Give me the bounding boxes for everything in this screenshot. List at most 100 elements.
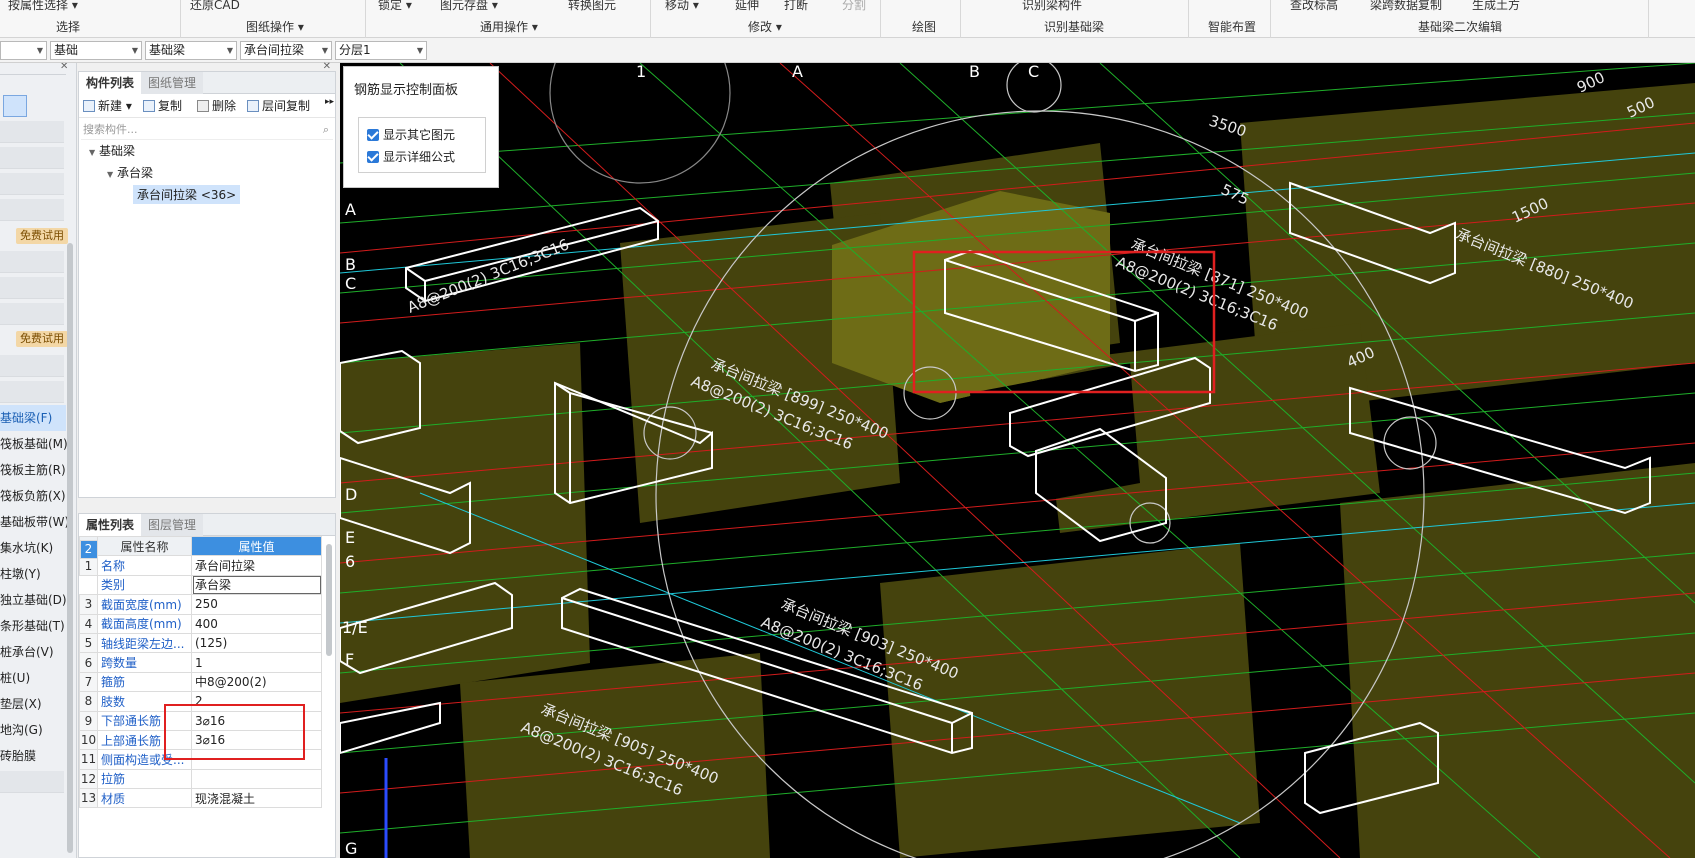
property-scrollbar[interactable] bbox=[326, 544, 332, 656]
nav-item-pile[interactable]: 桩(U) bbox=[0, 665, 66, 691]
divider bbox=[365, 0, 366, 38]
property-value[interactable] bbox=[191, 768, 322, 790]
nav-item[interactable] bbox=[0, 173, 64, 195]
identify-beam-button[interactable]: 识别梁构件 bbox=[1022, 0, 1082, 13]
property-value[interactable]: (125) bbox=[191, 632, 322, 654]
split-button[interactable]: 分割 bbox=[842, 0, 866, 13]
nav-item[interactable] bbox=[0, 381, 64, 403]
tab-property-list[interactable]: 属性列表 bbox=[79, 514, 143, 536]
table-row[interactable]: 4 截面高度(mm) 400 bbox=[79, 613, 322, 634]
nav-item-raft-foundation[interactable]: 筏板基础(M) bbox=[0, 431, 68, 457]
new-button[interactable]: 新建 ▾ bbox=[83, 97, 132, 114]
close-icon[interactable]: ✕ bbox=[323, 513, 331, 514]
restore-cad-button[interactable]: 还原CAD bbox=[190, 0, 240, 13]
save-element-button[interactable]: 图元存盘 ▾ bbox=[440, 0, 498, 13]
nav-item[interactable] bbox=[0, 147, 64, 169]
nav-item[interactable] bbox=[0, 121, 64, 143]
nav-item[interactable] bbox=[0, 355, 64, 377]
show-detail-formula-checkbox[interactable]: 显示详细公式 bbox=[367, 148, 455, 165]
table-row[interactable]: 2 类别 承台梁 bbox=[79, 539, 322, 596]
show-other-elements-checkbox[interactable]: 显示其它图元 bbox=[367, 126, 455, 143]
nav-item-foundation-beam[interactable]: 基础梁(F) bbox=[0, 405, 66, 431]
nav-item[interactable] bbox=[0, 251, 64, 273]
table-row[interactable]: 13 材质 现浇混凝土 bbox=[79, 788, 322, 809]
tab-layer-management[interactable]: 图层管理 bbox=[141, 514, 204, 536]
nav-item-pile-cap[interactable]: 桩承台(V) bbox=[0, 639, 66, 665]
table-row[interactable]: 5 轴线距梁左边... (125) bbox=[79, 632, 322, 654]
nav-item[interactable] bbox=[0, 199, 64, 221]
component-search-input[interactable]: 搜索构件... ⌕ bbox=[81, 120, 333, 140]
table-row[interactable]: 7 箍筋 中8@200(2) bbox=[79, 671, 322, 693]
nav-scrollbar[interactable] bbox=[67, 243, 73, 853]
type-select[interactable]: 基础梁 ▼ bbox=[145, 41, 237, 60]
more-icon[interactable]: ▸▸ bbox=[325, 97, 334, 107]
selector-bar: ▼ 基础 ▼ 基础梁 ▼ 承台间拉梁 ▼ 分层1 ▼ bbox=[0, 38, 1695, 63]
check-elevation-button[interactable]: 查改标高 bbox=[1290, 0, 1338, 13]
extend-button[interactable]: 延伸 bbox=[735, 0, 759, 13]
table-row[interactable]: 6 跨数量 1 bbox=[79, 652, 322, 673]
axis-label: B bbox=[345, 255, 356, 274]
trial-badge[interactable]: 免费试用 bbox=[16, 228, 68, 244]
nav-item[interactable] bbox=[0, 303, 64, 325]
search-icon[interactable]: ⌕ bbox=[323, 120, 329, 140]
property-value[interactable]: 中8@200(2) bbox=[191, 671, 322, 693]
group-drawing-ops[interactable]: 图纸操作 ▾ bbox=[246, 18, 304, 35]
collapse-icon[interactable]: ▼ bbox=[89, 148, 95, 157]
move-button[interactable]: 移动 ▾ bbox=[665, 0, 699, 13]
nav-item-brick-mold[interactable]: 砖胎膜 bbox=[0, 743, 66, 769]
property-name-header: 属性名称 bbox=[97, 535, 192, 557]
property-value[interactable]: 400 bbox=[191, 613, 322, 634]
group-common-ops[interactable]: 通用操作 ▾ bbox=[480, 18, 538, 35]
tree-node-selected[interactable]: 承台间拉梁 <36> bbox=[133, 185, 241, 204]
span-copy-button[interactable]: 梁跨数据复制 bbox=[1370, 0, 1442, 13]
tab-component-list[interactable]: 构件列表 bbox=[79, 72, 143, 94]
divider bbox=[880, 0, 881, 38]
list-view-icon[interactable] bbox=[3, 95, 27, 117]
nav-item[interactable] bbox=[0, 277, 64, 299]
convert-element-button[interactable]: 转换图元 bbox=[568, 0, 616, 13]
category-select[interactable]: 基础 ▼ bbox=[50, 41, 142, 60]
floor-copy-button[interactable]: 层间复制 bbox=[247, 97, 310, 114]
tab-drawing-management[interactable]: 图纸管理 bbox=[141, 72, 204, 94]
property-value[interactable]: 250 bbox=[191, 594, 322, 615]
row-number: 5 bbox=[79, 632, 98, 654]
property-value[interactable]: 现浇混凝土 bbox=[191, 788, 322, 809]
table-row[interactable]: 3 截面宽度(mm) 250 bbox=[79, 594, 322, 615]
close-icon[interactable]: ✕ bbox=[323, 61, 331, 72]
property-value[interactable]: 1 bbox=[191, 652, 322, 673]
delete-button[interactable]: 删除 bbox=[197, 97, 236, 114]
copy-button[interactable]: 复制 bbox=[143, 97, 182, 114]
nav-item[interactable] bbox=[0, 771, 64, 793]
row-number: 3 bbox=[79, 594, 98, 615]
component-select[interactable]: 承台间拉梁 ▼ bbox=[240, 41, 332, 60]
annotation-highlight-box bbox=[164, 704, 305, 760]
nav-item-raft-neg-rebar[interactable]: 筏板负筋(X) bbox=[0, 483, 66, 509]
tree-node-root[interactable]: ▼ 基础梁 bbox=[89, 142, 135, 159]
lock-button[interactable]: 锁定 ▾ bbox=[378, 0, 412, 13]
collapse-icon[interactable]: ▼ bbox=[107, 170, 113, 179]
group-modify[interactable]: 修改 ▾ bbox=[748, 18, 782, 35]
table-row[interactable]: 1 名称 承台间拉梁 bbox=[79, 555, 322, 576]
close-icon[interactable]: ✕ bbox=[60, 63, 68, 72]
property-value[interactable]: 承台间拉梁 bbox=[191, 555, 322, 576]
3d-viewport[interactable]: 3500 900 500 1500 400 575 承台间拉梁 [899] 25… bbox=[340, 63, 1695, 858]
nav-item-foundation-strip[interactable]: 基础板带(W) bbox=[0, 509, 69, 535]
nav-item-cushion[interactable]: 垫层(X) bbox=[0, 691, 66, 717]
break-button[interactable]: 打断 bbox=[784, 0, 808, 13]
nav-item-isolated-footing[interactable]: 独立基础(D) bbox=[0, 587, 67, 613]
layer-select[interactable]: 分层1 ▼ bbox=[335, 41, 427, 60]
nav-item-strip-footing[interactable]: 条形基础(T) bbox=[0, 613, 66, 639]
trial-badge[interactable]: 免费试用 bbox=[16, 331, 68, 347]
property-value[interactable]: 承台梁 bbox=[191, 574, 322, 596]
nav-item-column-pier[interactable]: 柱墩(Y) bbox=[0, 561, 66, 587]
nav-item-raft-main-rebar[interactable]: 筏板主筋(R) bbox=[0, 457, 66, 483]
floor-select[interactable]: ▼ bbox=[0, 41, 47, 60]
tree-node-child[interactable]: ▼ 承台梁 bbox=[107, 164, 153, 181]
tree-node-root-label: 基础梁 bbox=[98, 144, 135, 158]
select-by-attribute-button[interactable]: 按属性选择 ▾ bbox=[8, 0, 78, 13]
table-row[interactable]: 12 拉筋 bbox=[79, 768, 322, 790]
generate-earthwork-button[interactable]: 生成土方 bbox=[1472, 0, 1520, 13]
nav-item-sump-pit[interactable]: 集水坑(K) bbox=[0, 535, 66, 561]
property-name: 跨数量 bbox=[97, 652, 192, 673]
nav-item-trench[interactable]: 地沟(G) bbox=[0, 717, 66, 743]
